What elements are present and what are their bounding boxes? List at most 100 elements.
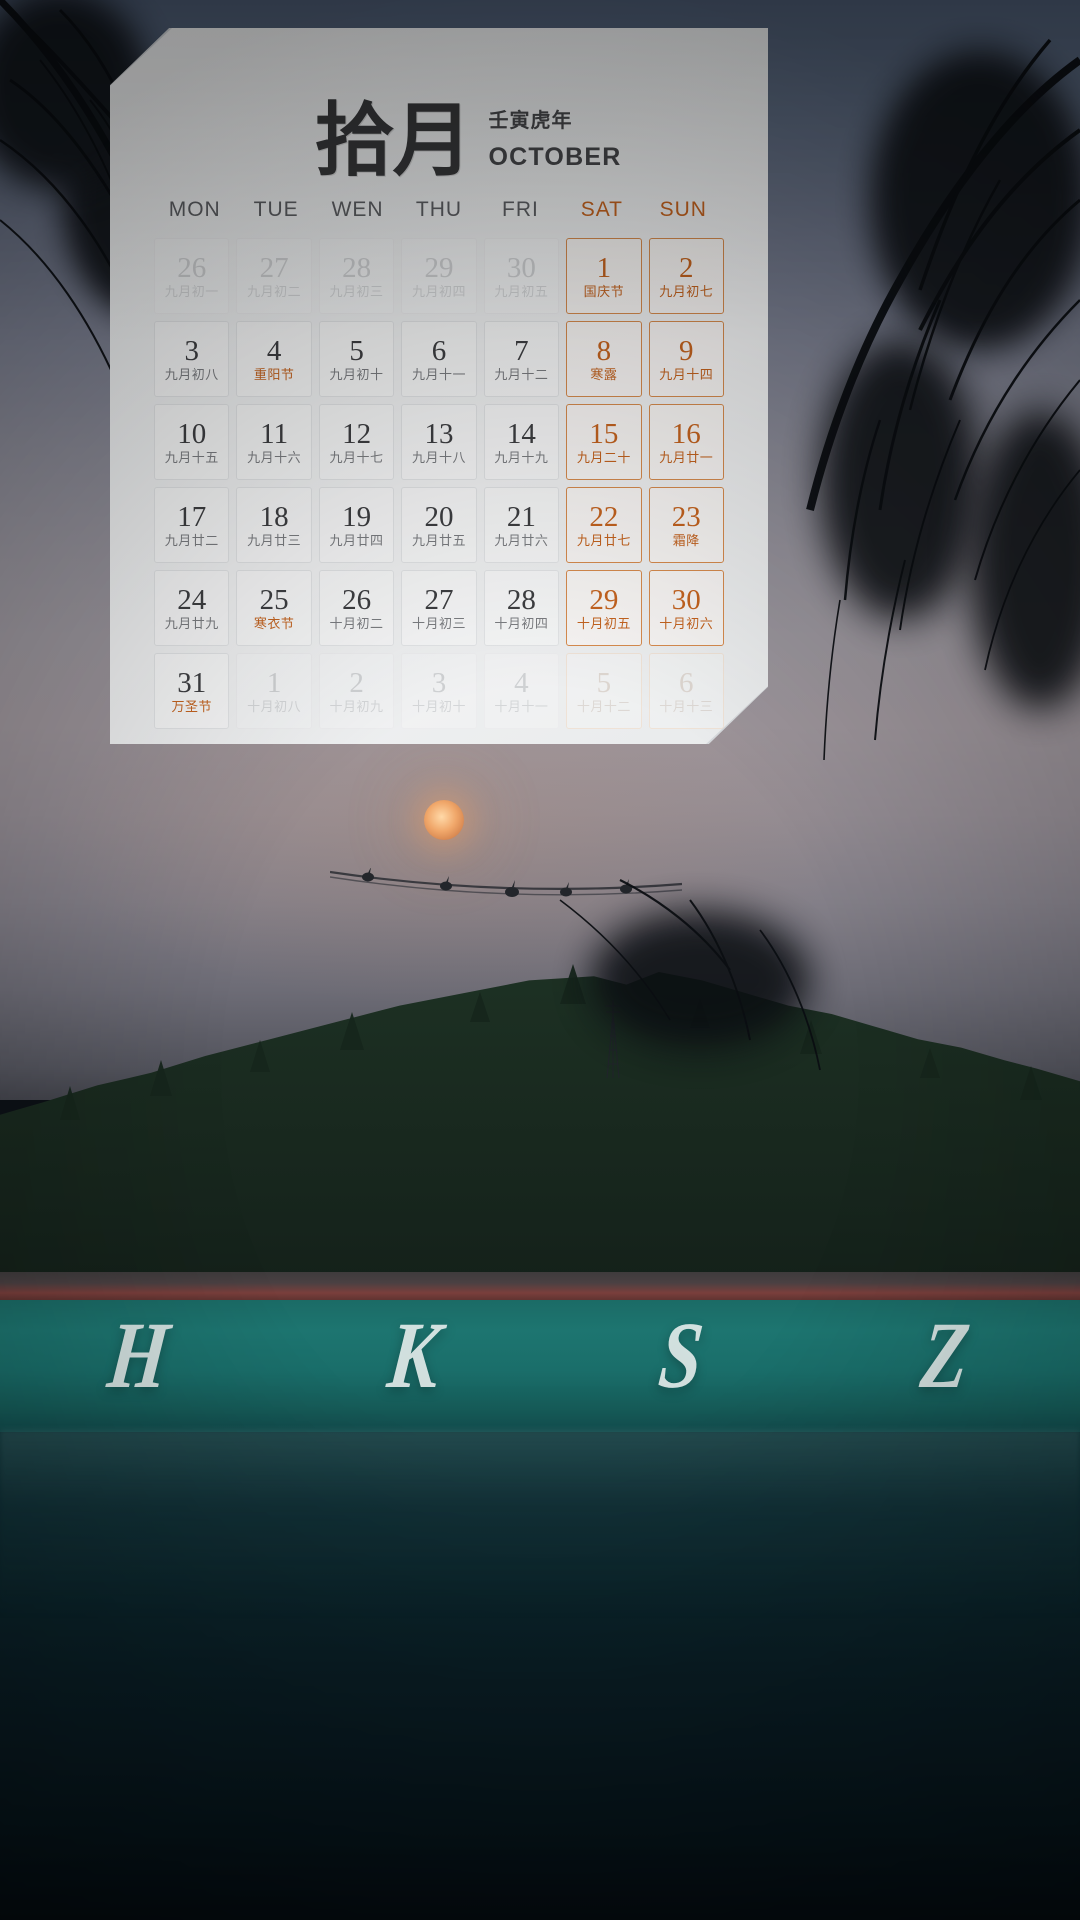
calendar-day-cell[interactable]: 15 九月二十 <box>566 404 642 480</box>
calendar-day-cell[interactable]: 6 九月十一 <box>401 321 477 397</box>
calendar-day-cell[interactable]: 2 九月初七 <box>648 238 724 314</box>
day-number: 27 <box>259 252 289 284</box>
calendar-day-cell[interactable]: 26 十月初二 <box>318 570 395 646</box>
day-number: 28 <box>342 252 372 284</box>
calendar-day-cell[interactable]: 4 十月十一 <box>483 653 560 729</box>
day-lunar-label: 十月初十 <box>411 699 466 714</box>
calendar-day-cell[interactable]: 6 十月十三 <box>648 653 724 729</box>
calendar-day-cell[interactable]: 22 九月廿七 <box>566 487 642 563</box>
calendar-day-cell[interactable]: 28 九月初三 <box>318 238 395 314</box>
calendar-day-cell[interactable]: 7 九月十二 <box>483 321 560 397</box>
day-lunar-label: 九月廿一 <box>659 450 714 465</box>
day-number: 2 <box>349 667 364 699</box>
header-meta: 壬寅虎年 OCTOBER <box>489 104 622 178</box>
day-lunar-label: 九月廿七 <box>576 533 631 548</box>
calendar-day-cell[interactable]: 1 国庆节 <box>566 238 642 314</box>
calendar-day-cell[interactable]: 12 九月十七 <box>318 404 395 480</box>
day-festival-label: 重阳节 <box>253 367 295 382</box>
day-number: 18 <box>259 501 289 533</box>
calendar-day-cell[interactable]: 10 九月十五 <box>154 404 230 480</box>
calendar-day-cell[interactable]: 31 万圣节 <box>154 653 230 729</box>
month-title-chinese: 拾月 <box>314 93 473 187</box>
day-number: 10 <box>177 418 207 450</box>
day-lunar-label: 九月廿三 <box>247 533 302 548</box>
calendar-day-grid: 26 九月初一 27 九月初二 28 九月初三 29 九月初四 30 九月初五 1 国庆节 2 九月初七 3… <box>152 238 726 729</box>
calendar-day-cell[interactable]: 27 九月初二 <box>236 238 312 314</box>
calendar-day-cell[interactable]: 23 霜降 <box>648 487 724 563</box>
calendar-day-cell[interactable]: 16 九月廿一 <box>648 404 724 480</box>
day-lunar-label: 十月十三 <box>659 699 714 714</box>
day-lunar-label: 九月廿六 <box>494 533 549 548</box>
day-lunar-label: 九月十四 <box>659 367 714 382</box>
day-lunar-label: 十月初四 <box>494 616 549 631</box>
day-lunar-label: 九月廿二 <box>164 533 219 548</box>
calendar-day-cell[interactable]: 17 九月廿二 <box>154 487 230 563</box>
day-number: 29 <box>589 584 619 616</box>
calendar-day-cell[interactable]: 24 九月廿九 <box>154 570 230 646</box>
pool-letter: K <box>383 1302 447 1408</box>
day-number: 12 <box>342 418 372 450</box>
calendar-day-cell[interactable]: 30 十月初六 <box>648 570 724 646</box>
weekday-header-fri: FRI <box>502 198 539 221</box>
day-number: 4 <box>266 335 282 367</box>
lunar-year-label: 壬寅虎年 <box>488 110 573 132</box>
day-number: 15 <box>589 418 619 450</box>
day-lunar-label: 九月初七 <box>659 284 714 299</box>
calendar-day-cell[interactable]: 28 十月初四 <box>483 570 560 646</box>
wallpaper-stage: H K S Z 拾月 壬寅虎年 OCTOBER MON TUE WEN THU … <box>0 0 1080 1920</box>
day-number: 6 <box>431 335 447 367</box>
day-lunar-label: 九月十八 <box>411 450 466 465</box>
day-lunar-label: 十月初二 <box>329 616 384 631</box>
calendar-day-cell[interactable]: 18 九月廿三 <box>236 487 312 563</box>
pool-lane-letters: H K S Z <box>0 1296 1080 1416</box>
calendar-day-cell[interactable]: 20 九月廿五 <box>401 487 477 563</box>
calendar-day-cell[interactable]: 25 寒衣节 <box>236 570 312 646</box>
day-number: 1 <box>266 667 282 699</box>
day-number: 22 <box>589 501 619 533</box>
calendar-day-cell[interactable]: 5 九月初十 <box>318 321 395 397</box>
day-lunar-label: 九月十九 <box>494 450 549 465</box>
calendar-day-cell[interactable]: 21 九月廿六 <box>483 487 560 563</box>
pool-letter: Z <box>916 1302 977 1408</box>
day-number: 7 <box>514 335 529 367</box>
day-number: 11 <box>260 418 289 450</box>
day-lunar-label: 九月初五 <box>494 284 549 299</box>
calendar-day-cell[interactable]: 19 九月廿四 <box>318 487 395 563</box>
day-festival-label: 寒露 <box>590 367 618 382</box>
calendar-day-cell[interactable]: 13 九月十八 <box>401 404 477 480</box>
day-number: 9 <box>679 335 694 367</box>
day-number: 23 <box>671 501 701 533</box>
day-lunar-label: 九月廿四 <box>329 533 384 548</box>
calendar-day-cell[interactable]: 3 九月初八 <box>154 321 230 397</box>
calendar-day-cell[interactable]: 14 九月十九 <box>483 404 560 480</box>
calendar-day-cell[interactable]: 1 十月初八 <box>236 653 312 729</box>
day-number: 30 <box>671 584 701 616</box>
day-lunar-label: 十月初九 <box>329 699 384 714</box>
water-reflection <box>0 1430 1080 1620</box>
calendar-day-cell[interactable]: 5 十月十二 <box>566 653 642 729</box>
day-lunar-label: 九月二十 <box>576 450 631 465</box>
day-lunar-label: 九月十二 <box>494 367 549 382</box>
calendar-day-cell[interactable]: 3 十月初十 <box>401 653 477 729</box>
day-number: 6 <box>679 667 694 699</box>
day-lunar-label: 十月初五 <box>576 616 631 631</box>
day-festival-label: 万圣节 <box>171 699 212 714</box>
calendar-day-cell[interactable]: 29 九月初四 <box>401 238 477 314</box>
day-lunar-label: 十月十一 <box>494 699 549 714</box>
calendar-day-cell[interactable]: 29 十月初五 <box>566 570 642 646</box>
calendar-day-cell[interactable]: 2 十月初九 <box>318 653 395 729</box>
calendar-day-cell[interactable]: 27 十月初三 <box>401 570 477 646</box>
calendar-day-cell[interactable]: 4 重阳节 <box>236 321 312 397</box>
calendar-day-cell[interactable]: 11 九月十六 <box>236 404 312 480</box>
day-number: 13 <box>424 418 454 450</box>
calendar-day-cell[interactable]: 8 寒露 <box>566 321 642 397</box>
weekday-header-thu: THU <box>415 198 463 221</box>
day-number: 4 <box>514 667 529 699</box>
day-number: 29 <box>424 252 454 284</box>
calendar-day-cell[interactable]: 9 九月十四 <box>648 321 724 397</box>
day-number: 26 <box>342 584 372 616</box>
calendar-day-cell[interactable]: 26 九月初一 <box>154 238 230 314</box>
day-number: 27 <box>424 584 454 616</box>
calendar-day-cell[interactable]: 30 九月初五 <box>483 238 560 314</box>
day-number: 3 <box>184 335 199 367</box>
